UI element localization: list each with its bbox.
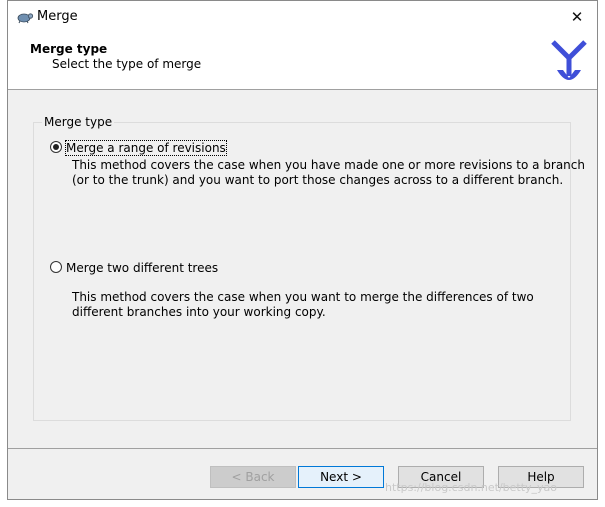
- merge-dialog: Merge ✕ Merge type Select the type of me…: [7, 0, 598, 500]
- description-line: This method covers the case when you wan…: [72, 290, 534, 304]
- option-merge-trees-label[interactable]: Merge two different trees: [66, 261, 218, 275]
- close-button[interactable]: ✕: [557, 1, 597, 32]
- merge-arrow-icon: [549, 38, 589, 89]
- description-line: This method covers the case when you hav…: [72, 158, 585, 172]
- radio-merge-trees[interactable]: [50, 261, 62, 273]
- description-line: (or to the trunk) and you want to port t…: [72, 173, 564, 187]
- close-icon: ✕: [570, 7, 584, 26]
- option-merge-trees-description: This method covers the case when you wan…: [72, 290, 534, 320]
- option-merge-range-label[interactable]: Merge a range of revisions: [65, 140, 227, 156]
- radio-merge-range[interactable]: [50, 141, 62, 153]
- tortoise-icon: [16, 8, 34, 24]
- wizard-header: Merge type Select the type of merge: [8, 32, 597, 90]
- page-subtitle: Select the type of merge: [52, 57, 202, 71]
- window-title: Merge: [37, 9, 78, 24]
- page-title: Merge type: [30, 42, 108, 56]
- footer-divider: [8, 448, 597, 449]
- description-line: different branches into your working cop…: [72, 305, 326, 319]
- back-button[interactable]: < Back: [210, 466, 296, 488]
- option-merge-range-description: This method covers the case when you hav…: [72, 158, 585, 188]
- next-button[interactable]: Next >: [298, 466, 384, 488]
- group-legend: Merge type: [42, 115, 115, 129]
- title-bar: Merge ✕: [8, 1, 597, 32]
- watermark-text: https://blog.csdn.net/betty_yao: [385, 481, 558, 494]
